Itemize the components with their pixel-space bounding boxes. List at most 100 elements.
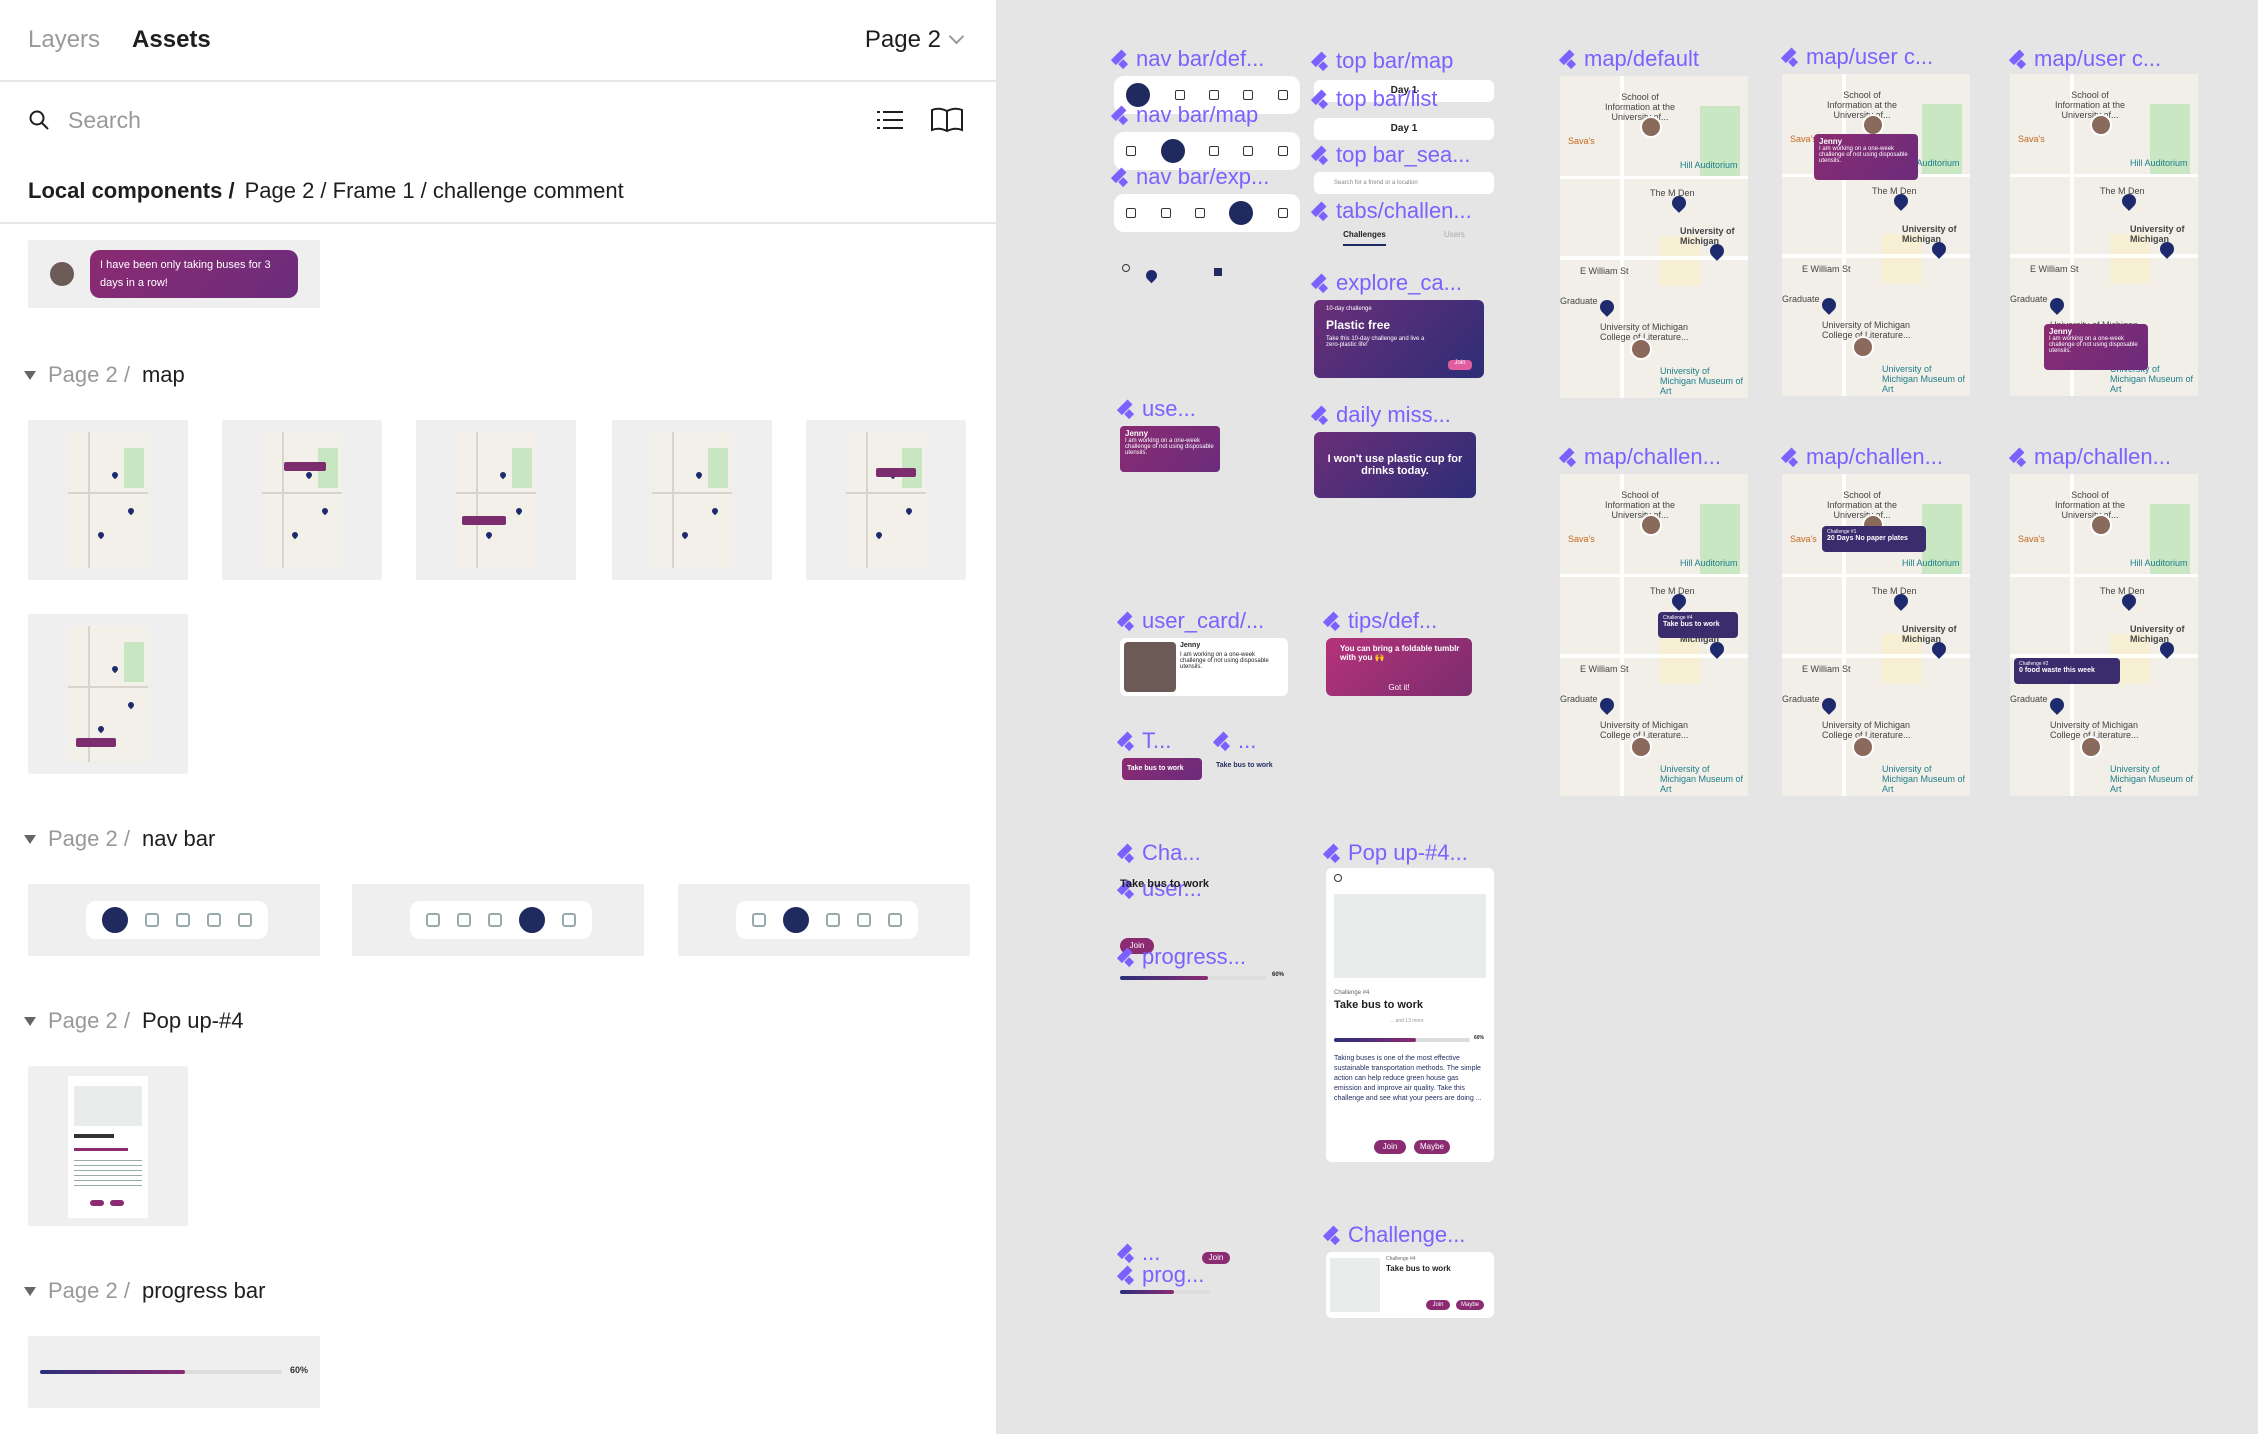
page-selector[interactable]: Page 2 <box>865 26 965 54</box>
search-input[interactable] <box>68 106 668 134</box>
asset-popup-4[interactable] <box>28 1066 188 1226</box>
tabs-challenges[interactable]: Challenges Users <box>1314 230 1494 246</box>
component-label-popup4[interactable]: Pop up-#4... <box>1326 840 1468 866</box>
user-popup[interactable]: Jenny I am working on a one-week challen… <box>2044 324 2148 370</box>
asset-progress-bar[interactable]: 60% <box>28 1336 320 1408</box>
asset-map-5[interactable] <box>806 420 966 580</box>
close-icon[interactable] <box>1122 264 1130 272</box>
progress-value: 60% <box>1474 1035 1485 1041</box>
component-label-nav-default[interactable]: nav bar/def... <box>1114 46 1264 72</box>
section-progress-bar[interactable]: Page 2 / progress bar <box>24 1278 265 1304</box>
list-view-icon[interactable] <box>868 98 912 142</box>
map-road <box>672 432 674 568</box>
challenge-popup[interactable]: Challenge #1 20 Days No paper plates <box>1822 526 1926 552</box>
component-label-tabs[interactable]: tabs/challen... <box>1314 198 1472 224</box>
user-card[interactable]: Jenny I am working on a one-week challen… <box>1120 638 1288 696</box>
challenge-tag-plain[interactable]: Take bus to work <box>1216 762 1273 769</box>
component-label-top-list[interactable]: top bar/list <box>1314 86 1438 112</box>
map-component-6[interactable]: School of Information at the University … <box>2010 474 2198 796</box>
progress-value: 60% <box>290 1365 309 1375</box>
tab-layers[interactable]: Layers <box>28 26 100 54</box>
component-label-nav-map[interactable]: nav bar/map <box>1114 102 1258 128</box>
map-component-4[interactable]: School of Information at the University … <box>1560 474 1748 796</box>
nav-explore-icon <box>206 913 221 927</box>
explore-join-button[interactable]: Join <box>1448 360 1472 370</box>
component-label-map-chal-1[interactable]: map/challen... <box>1562 444 1721 470</box>
asset-challenge-comment[interactable]: I have been only taking buses for 3 days… <box>28 240 320 308</box>
asset-nav-bar-3[interactable] <box>678 884 970 956</box>
asset-nav-bar-1[interactable] <box>28 884 320 956</box>
section-nav-bar[interactable]: Page 2 / nav bar <box>24 826 215 852</box>
challenge-card[interactable]: Challenge #4 Take bus to work Join Maybe <box>1326 1252 1494 1318</box>
component-label-map-default[interactable]: map/default <box>1562 46 1699 72</box>
top-bar-list[interactable]: Day 1 <box>1314 118 1494 140</box>
component-label-map-user-1[interactable]: map/user c... <box>1784 44 1933 70</box>
component-icon <box>2012 51 2028 67</box>
asset-map-1[interactable] <box>28 420 188 580</box>
challenge-popup[interactable]: Challenge #4 Take bus to work <box>1658 612 1738 638</box>
join-button[interactable]: Join <box>1374 1140 1406 1154</box>
explore-card[interactable]: 10-day challenge Plastic free Take this … <box>1314 300 1484 378</box>
tab-users[interactable]: Users <box>1444 230 1465 246</box>
component-label-top-search[interactable]: top bar_sea... <box>1314 142 1471 168</box>
component-label-tips[interactable]: tips/def... <box>1326 608 1437 634</box>
component-label-user-card[interactable]: user_card/... <box>1120 608 1264 634</box>
component-label-t[interactable]: T... <box>1120 728 1171 754</box>
top-bar-search[interactable]: Search for a friend or a location <box>1314 172 1494 194</box>
asset-nav-bar-2[interactable] <box>352 884 644 956</box>
map-component-3[interactable]: School of Information at the University … <box>2010 74 2198 396</box>
component-label-daily[interactable]: daily miss... <box>1314 402 1451 428</box>
component-label-map-chal-3[interactable]: map/challen... <box>2012 444 2171 470</box>
maybe-button[interactable]: Maybe <box>1414 1140 1450 1154</box>
asset-map-2[interactable] <box>222 420 382 580</box>
asset-map-6[interactable] <box>28 614 188 774</box>
label-text: map/challen... <box>1806 444 1943 469</box>
map-road <box>1560 176 1748 179</box>
component-label-progress[interactable]: progress... <box>1120 944 1246 970</box>
label-text: use... <box>1142 396 1196 421</box>
map-road <box>262 492 342 494</box>
map-component-5[interactable]: School of Information at the University … <box>1782 474 1970 796</box>
component-label-top-map[interactable]: top bar/map <box>1314 48 1453 74</box>
challenge-tag[interactable]: Take bus to work <box>1122 758 1202 780</box>
component-label-cha[interactable]: Cha... <box>1120 840 1201 866</box>
component-label-dots[interactable]: ... <box>1216 728 1256 754</box>
close-icon[interactable] <box>1334 874 1342 882</box>
component-label-challenge[interactable]: Challenge... <box>1326 1222 1465 1248</box>
popup-illustration <box>74 1086 142 1126</box>
nav-bar-explore[interactable] <box>1114 194 1300 232</box>
component-label-prog[interactable]: prog... <box>1120 1262 1204 1288</box>
tab-challenges[interactable]: Challenges <box>1343 230 1386 246</box>
join-button[interactable]: Join <box>1202 1252 1230 1264</box>
map-pin-icon[interactable] <box>1143 267 1160 284</box>
label-text: progress... <box>1142 944 1246 969</box>
tab-assets[interactable]: Assets <box>132 26 211 54</box>
maybe-button[interactable]: Maybe <box>1456 1300 1484 1310</box>
component-label-map-user-2[interactable]: map/user c... <box>2012 46 2161 72</box>
user-popup[interactable]: Jenny I am working on a one-week challen… <box>1814 134 1918 180</box>
tips-got-it-button[interactable]: Got it! <box>1326 683 1472 692</box>
asset-map-4[interactable] <box>612 420 772 580</box>
component-label-use[interactable]: use... <box>1120 396 1196 422</box>
join-button[interactable]: Join <box>1426 1300 1450 1310</box>
user-popup[interactable]: Jenny I am working on a one-week challen… <box>1120 426 1220 472</box>
challenge-popup[interactable]: Challenge #2 0 food waste this week <box>2014 658 2120 684</box>
section-popup[interactable]: Page 2 / Pop up-#4 <box>24 1008 243 1034</box>
map-component-1[interactable]: School of Information at the University … <box>1560 76 1748 398</box>
map-icon[interactable] <box>1214 268 1222 276</box>
popup-4[interactable]: Challenge #4 Take bus to work ... and 13… <box>1326 868 1494 1162</box>
tips-card[interactable]: You can bring a foldable tumblr with you… <box>1326 638 1472 696</box>
component-label-map-chal-2[interactable]: map/challen... <box>1784 444 1943 470</box>
breadcrumb-root[interactable]: Local components / <box>28 178 235 204</box>
design-canvas[interactable]: nav bar/def... nav bar/map nav bar/exp..… <box>996 0 2258 1434</box>
component-label-nav-explore[interactable]: nav bar/exp... <box>1114 164 1269 190</box>
section-map[interactable]: Page 2 / map <box>24 362 185 388</box>
library-book-icon[interactable] <box>925 98 969 142</box>
map-popup <box>76 738 116 747</box>
map-component-2[interactable]: School of Information at the University … <box>1782 74 1970 396</box>
map-thumbnail <box>262 432 342 568</box>
component-label-explore[interactable]: explore_ca... <box>1314 270 1462 296</box>
asset-map-3[interactable] <box>416 420 576 580</box>
section-name: Pop up-#4 <box>141 1008 244 1033</box>
daily-mission-card[interactable]: I won't use plastic cup for drinks today… <box>1314 432 1476 498</box>
